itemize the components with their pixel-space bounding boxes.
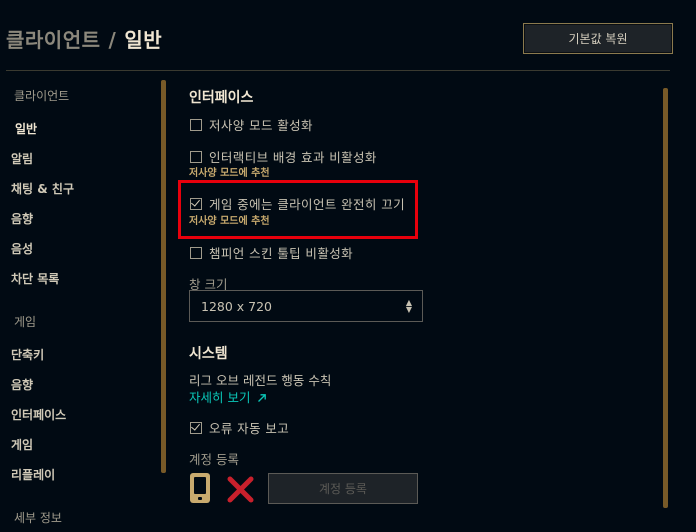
register-account-button[interactable]: 계정 등록 (268, 473, 418, 504)
disable-skin-tooltip-checkbox[interactable] (190, 246, 202, 259)
reset-defaults-button[interactable]: 기본값 복원 (523, 23, 673, 54)
phone-icon (190, 473, 210, 503)
low-spec-recommendation-note: 저사양 모드에 추천 (189, 168, 270, 179)
sidebar-item-voice[interactable]: 음성 (11, 240, 33, 257)
sidebar-item-block-list[interactable]: 차단 목록 (11, 270, 59, 287)
sidebar-category-info: 세부 정보 (14, 511, 62, 525)
sidebar-scrollbar[interactable] (161, 80, 166, 473)
low-spec-recommendation-note: 저사양 모드에 추천 (189, 216, 270, 227)
red-x-icon (227, 476, 254, 503)
sidebar-category-game: 게임 (14, 315, 37, 329)
auto-error-report-checkbox[interactable] (190, 421, 202, 434)
low-spec-mode-option[interactable]: 저사양 모드 활성화 (190, 115, 313, 134)
sidebar-item-replays[interactable]: 리플레이 (11, 466, 55, 483)
window-size-value: 1280 x 720 (201, 298, 273, 314)
up-down-chevron-icon: ▲ ▼ (405, 298, 412, 314)
external-link-icon (258, 394, 267, 402)
low-spec-mode-label: 저사양 모드 활성화 (209, 118, 313, 133)
breadcrumb-current: 일반 (124, 28, 163, 52)
system-section-title: 시스템 (189, 346, 228, 362)
content-scrollbar[interactable] (663, 88, 668, 508)
close-client-in-game-label: 게임 중에는 클라이언트 완전히 끄기 (209, 197, 405, 212)
low-spec-mode-checkbox[interactable] (190, 118, 202, 131)
sidebar-item-game-sound[interactable]: 음향 (11, 376, 33, 393)
page-title: 클라이언트 / 일반 (6, 24, 162, 53)
disable-interactive-bg-checkbox[interactable] (190, 150, 202, 163)
auto-error-report-label: 오류 자동 보고 (209, 421, 290, 436)
sidebar-category-client: 클라이언트 (14, 89, 70, 103)
learn-more-link-text: 자세히 보기 (189, 390, 251, 405)
close-client-in-game-checkbox[interactable] (190, 197, 202, 210)
sidebar-item-notifications[interactable]: 알림 (11, 150, 33, 167)
sidebar: 클라이언트 일반 알림 채팅 & 친구 음향 음성 차단 목록 게임 단축키 음… (0, 70, 160, 532)
window-size-select[interactable]: 1280 x 720 ▲ ▼ (189, 290, 423, 322)
sidebar-item-interface[interactable]: 인터페이스 (11, 406, 66, 423)
sidebar-item-chat-friends[interactable]: 채팅 & 친구 (11, 180, 74, 197)
sidebar-item-general[interactable]: 일반 (15, 120, 37, 137)
close-client-in-game-option[interactable]: 게임 중에는 클라이언트 완전히 끄기 (190, 194, 405, 213)
sidebar-item-game[interactable]: 게임 (11, 436, 33, 453)
interface-section-title: 인터페이스 (189, 90, 254, 106)
sidebar-item-sound[interactable]: 음향 (11, 210, 33, 227)
disable-skin-tooltip-option[interactable]: 챔피언 스킨 툴팁 비활성화 (190, 243, 353, 262)
disable-skin-tooltip-label: 챔피언 스킨 툴팁 비활성화 (209, 246, 354, 261)
breadcrumb-separator: / (108, 28, 117, 52)
auto-error-report-option[interactable]: 오류 자동 보고 (190, 418, 289, 437)
account-registration-label: 계정 등록 (189, 452, 239, 467)
learn-more-link[interactable]: 자세히 보기 (189, 387, 267, 406)
sidebar-item-hotkeys[interactable]: 단축키 (11, 346, 44, 363)
header: 클라이언트 / 일반 기본값 복원 (0, 0, 696, 70)
breadcrumb-parent[interactable]: 클라이언트 (6, 28, 101, 52)
